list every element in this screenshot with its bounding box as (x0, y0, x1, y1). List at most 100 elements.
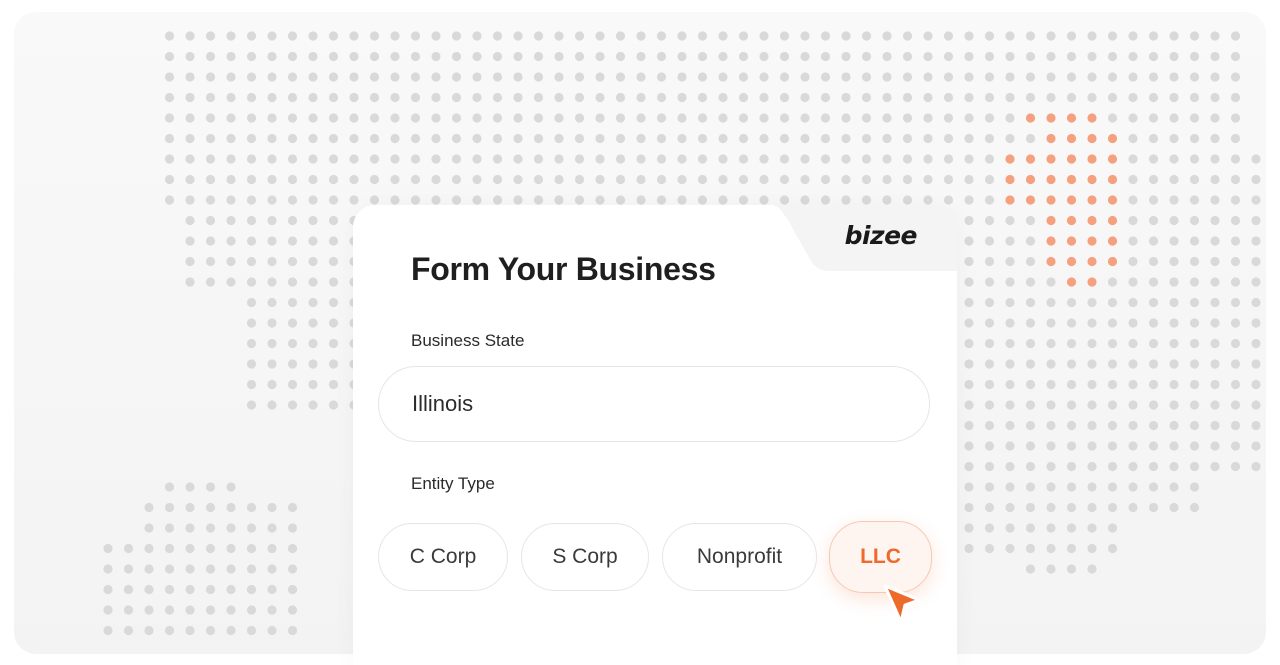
map-dot (984, 461, 995, 472)
map-dot (984, 195, 995, 205)
brand-tab: bizee (767, 205, 957, 271)
map-dot (1066, 420, 1077, 431)
map-dot (492, 195, 503, 205)
map-dot (697, 113, 708, 123)
map-dot (1148, 420, 1159, 431)
map-dot (1210, 379, 1220, 390)
map-dot (964, 482, 974, 492)
map-dot (1169, 256, 1179, 267)
map-dot (205, 564, 216, 574)
map-dot (964, 297, 974, 308)
map-dot (308, 277, 318, 287)
map-dot (205, 174, 216, 185)
map-dot (636, 92, 646, 103)
map-dot (1087, 379, 1097, 390)
map-dot-highlight (1087, 195, 1097, 205)
map-dot (308, 154, 318, 164)
map-dot (984, 92, 995, 103)
map-dot (349, 113, 359, 123)
map-dot (1148, 318, 1159, 328)
map-dot (964, 72, 974, 82)
map-dot (841, 72, 851, 82)
map-dot (1005, 31, 1015, 41)
map-dot (964, 154, 974, 164)
map-dot (1189, 297, 1200, 308)
map-dot (164, 113, 175, 123)
map-dot (800, 195, 810, 205)
map-dot (1128, 359, 1138, 369)
bizee-logo[interactable]: bizee (845, 223, 918, 248)
map-dot (1066, 318, 1077, 328)
map-dot (328, 338, 339, 349)
map-dot (287, 625, 298, 636)
map-dot (1251, 379, 1261, 390)
map-dot (595, 133, 605, 144)
map-dot (615, 72, 626, 82)
map-dot (328, 359, 339, 369)
map-dot (595, 154, 605, 164)
map-dot (984, 318, 995, 328)
business-state-input[interactable] (378, 366, 930, 442)
map-dot (123, 564, 134, 574)
map-dot (1189, 379, 1200, 390)
map-dot (410, 195, 421, 205)
map-dot (1210, 31, 1220, 41)
map-dot (656, 133, 667, 144)
map-dot (1169, 277, 1179, 287)
map-dot (369, 133, 380, 144)
map-dot (492, 51, 503, 62)
map-dot-highlight (1066, 113, 1077, 123)
map-dot (390, 72, 400, 82)
entity-option-s-corp[interactable]: S Corp (521, 523, 649, 591)
map-dot-highlight (1107, 215, 1118, 226)
map-dot (369, 174, 380, 185)
map-dot (1128, 277, 1138, 287)
map-dot (861, 174, 872, 185)
map-dot (144, 564, 154, 574)
map-dot (1169, 482, 1179, 492)
map-dot (636, 72, 646, 82)
map-dot (308, 31, 318, 41)
map-dot (472, 113, 482, 123)
map-dot (554, 154, 564, 164)
map-dot (185, 31, 195, 41)
map-dot (103, 605, 113, 615)
map-dot (902, 174, 913, 185)
map-dot-highlight (1025, 174, 1036, 185)
map-dot (308, 215, 318, 226)
map-dot (738, 154, 749, 164)
map-dot (882, 31, 892, 41)
map-dot-highlight (1087, 236, 1097, 246)
map-dot (1128, 72, 1138, 82)
map-dot (226, 215, 236, 226)
map-dot (472, 51, 482, 62)
map-dot (1128, 461, 1138, 472)
map-dot (902, 51, 913, 62)
map-dot (1066, 543, 1077, 554)
map-dot (923, 133, 933, 144)
entity-option-nonprofit[interactable]: Nonprofit (662, 523, 817, 591)
map-dot (205, 256, 216, 267)
map-dot (615, 133, 626, 144)
map-dot (226, 31, 236, 41)
map-dot (1025, 420, 1036, 431)
map-dot (1046, 564, 1056, 574)
map-dot (820, 72, 831, 82)
entity-option-c-corp[interactable]: C Corp (378, 523, 508, 591)
map-dot (246, 277, 257, 287)
map-dot (841, 31, 851, 41)
map-dot (1189, 338, 1200, 349)
map-dot (718, 31, 728, 41)
map-dot (226, 236, 236, 246)
map-dot (472, 92, 482, 103)
map-dot (1251, 174, 1261, 185)
map-dot (656, 154, 667, 164)
map-dot (267, 133, 277, 144)
map-dot (533, 174, 544, 185)
map-dot (1189, 482, 1200, 492)
map-dot (492, 31, 503, 41)
map-dot (1128, 482, 1138, 492)
map-dot (410, 72, 421, 82)
map-dot (1005, 215, 1015, 226)
map-dot (1189, 195, 1200, 205)
